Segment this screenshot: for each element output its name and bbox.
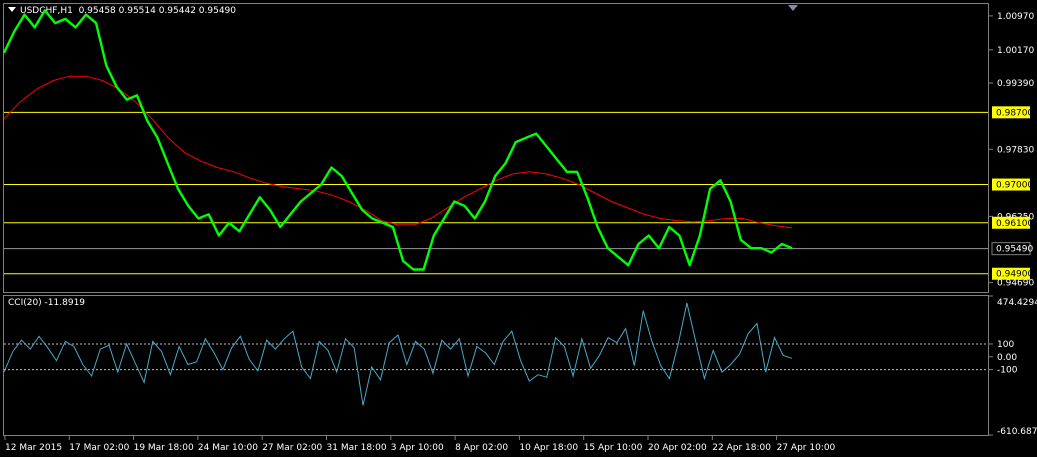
- x-tick-label: 10 Apr 18:00: [519, 443, 578, 453]
- cci-tick-label: 100: [997, 340, 1014, 350]
- level-price-label: 0.97000: [996, 181, 1033, 191]
- x-tick-label: 31 Mar 18:00: [327, 443, 387, 453]
- y-tick-label: 1.00970: [997, 12, 1034, 22]
- y-tick-label: 0.94690: [997, 279, 1034, 289]
- x-tick-label: 20 Apr 02:00: [648, 443, 707, 453]
- x-tick-label: 22 Apr 18:00: [712, 443, 771, 453]
- chart-canvas: 1.009701.001700.993900.978300.962500.946…: [2, 9, 1037, 453]
- chart-window: USDCHF,H1 0.95458 0.95514 0.95442 0.9549…: [0, 0, 1037, 457]
- cci-tick-label: -610.6873: [997, 427, 1037, 437]
- x-tick-label: 15 Apr 10:00: [584, 443, 643, 453]
- x-tick-label: 3 Apr 10:00: [391, 443, 444, 453]
- moving-average-line: [3, 75, 793, 229]
- current-price-label: 0.95490: [996, 245, 1033, 255]
- x-tick-label: 27 Apr 10:00: [777, 443, 836, 453]
- x-tick-label: 12 Mar 2015: [5, 443, 62, 453]
- x-tick-label: 19 Mar 18:00: [134, 443, 194, 453]
- y-tick-label: 0.99390: [997, 79, 1034, 89]
- x-tick-label: 24 Mar 10:00: [198, 443, 258, 453]
- level-price-label: 0.98700: [996, 108, 1033, 118]
- cci-tick-label: 0.00: [997, 353, 1017, 363]
- cci-tick-label: -100: [997, 366, 1018, 376]
- y-tick-label: 1.00170: [997, 46, 1034, 56]
- cci-tick-label: 474.4294: [997, 298, 1037, 308]
- level-price-label: 0.94900: [996, 270, 1033, 280]
- cci-line: [3, 302, 793, 406]
- price-line: [2, 9, 793, 271]
- x-tick-label: 27 Mar 02:00: [262, 443, 322, 453]
- x-tick-label: 8 Apr 02:00: [455, 443, 508, 453]
- x-tick-label: 17 Mar 02:00: [69, 443, 129, 453]
- y-tick-label: 0.97830: [997, 145, 1034, 155]
- level-price-label: 0.96100: [996, 219, 1033, 229]
